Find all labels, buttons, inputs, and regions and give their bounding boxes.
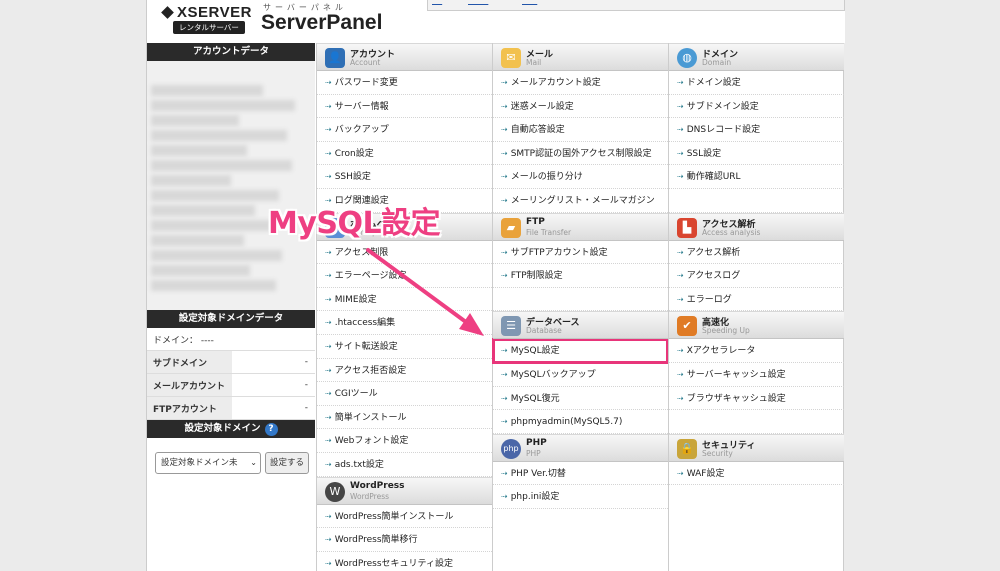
- menu-item-access-log[interactable]: ⇢ アクセスログ: [669, 264, 844, 288]
- menu-item-mysql-settings[interactable]: ⇢ MySQL設定: [492, 338, 669, 364]
- menu-item-password[interactable]: ⇢ パスワード変更: [317, 71, 492, 95]
- php-icon: php: [501, 438, 521, 459]
- empty-slot: [493, 288, 668, 312]
- menu-item-php-ini[interactable]: ⇢ php.ini設定: [493, 485, 668, 509]
- menu-item-wp-install[interactable]: ⇢ WordPress簡単インストール: [317, 505, 492, 529]
- subdomain-row: サブドメイン -: [147, 351, 315, 374]
- brand-subtitle: レンタルサーバー: [173, 21, 245, 34]
- logo-mark-icon: [161, 6, 174, 19]
- menu-item-easy-install[interactable]: ⇢ 簡単インストール: [317, 406, 492, 430]
- set-domain-button[interactable]: 設定する: [265, 452, 310, 474]
- section-domain: ◍ ドメイン Domain: [669, 43, 844, 71]
- target-domain-select[interactable]: 設定対象ドメイン未 ⌄: [155, 452, 261, 474]
- panel-name: ServerPanel: [261, 11, 383, 34]
- menu-item-check-url[interactable]: ⇢ 動作確認URL: [669, 165, 844, 189]
- speed-icon: ✔: [677, 316, 697, 337]
- database-icon: ☰: [501, 316, 521, 337]
- globe-icon: ◍: [677, 48, 697, 68]
- top-link-1[interactable]: [432, 0, 442, 5]
- menu-item-mailing-list[interactable]: ⇢ メーリングリスト・メールマガジン: [493, 189, 668, 213]
- menu-item-backup[interactable]: ⇢ バックアップ: [317, 118, 492, 142]
- menu-item-ssh[interactable]: ⇢ SSH設定: [317, 165, 492, 189]
- domain-data-title: 設定対象ドメインデータ: [147, 310, 315, 328]
- header: XSERVER レンタルサーバー サーバーパネル ServerPanel: [147, 0, 845, 43]
- help-icon[interactable]: ?: [264, 423, 278, 436]
- section-analytics: ▙ アクセス解析 Access analysis: [669, 212, 844, 241]
- menu-item-waf[interactable]: ⇢ WAF設定: [669, 462, 844, 486]
- menu-item-mail-filter[interactable]: ⇢ メールの振り分け: [493, 165, 668, 189]
- menu-columns: 👤 アカウント Account ⇢ パスワード変更 ⇢ サーバー情報 ⇢ バックアップ…: [316, 43, 844, 571]
- menu-item-server-info[interactable]: ⇢ サーバー情報: [317, 95, 492, 119]
- menu-item-smtp-restrict[interactable]: ⇢ SMTP認証の国外アクセス制限設定: [493, 142, 668, 166]
- menu-column-2: ✉ メール Mail ⇢ メールアカウント設定 ⇢ 迷惑メール設定 ⇢ 自動応答設定 …: [492, 43, 669, 571]
- menu-item-webfont[interactable]: ⇢ Webフォント設定: [317, 429, 492, 453]
- target-domain-form: 設定対象ドメイン未 ⌄ 設定する: [147, 438, 315, 488]
- menu-column-1: 👤 アカウント Account ⇢ パスワード変更 ⇢ サーバー情報 ⇢ バックアップ…: [316, 43, 492, 571]
- menu-item-x-accelerator[interactable]: ⇢ Xアクセラレータ: [669, 339, 844, 363]
- empty-slot: [669, 410, 844, 434]
- menu-item-mime[interactable]: ⇢ MIME設定: [317, 288, 492, 312]
- folder-icon: ▰: [501, 217, 521, 238]
- section-database: ☰ データベース Database: [493, 311, 668, 340]
- section-wordpress: W WordPress WordPress: [317, 476, 492, 505]
- domain-line: ドメイン： ----: [147, 328, 315, 351]
- menu-item-autoreply[interactable]: ⇢ 自動応答設定: [493, 118, 668, 142]
- menu-item-ftp-restrict[interactable]: ⇢ FTP制限設定: [493, 264, 668, 288]
- xserver-logo[interactable]: XSERVER: [161, 4, 252, 21]
- left-column: アカウントデータ 設定対象ドメインデータ ドメイン： ---- サブドメイン - …: [147, 43, 315, 488]
- menu-item-access-restrict[interactable]: ⇢ アクセス制限: [317, 241, 492, 265]
- menu-item-dns[interactable]: ⇢ DNSレコード設定: [669, 118, 844, 142]
- menu-item-wp-security[interactable]: ⇢ WordPressセキュリティ設定: [317, 552, 492, 571]
- section-speed: ✔ 高速化 Speeding Up: [669, 311, 844, 340]
- menu-item-cgi[interactable]: ⇢ CGIツール: [317, 382, 492, 406]
- top-link-3[interactable]: [522, 0, 537, 5]
- menu-item-mysql-restore[interactable]: ⇢ MySQL復元: [493, 387, 668, 411]
- analytics-icon: ▙: [677, 217, 697, 238]
- menu-item-domain-settings[interactable]: ⇢ ドメイン設定: [669, 71, 844, 95]
- annotation-label: MySQL設定: [268, 206, 441, 241]
- menu-item-cron[interactable]: ⇢ Cron設定: [317, 142, 492, 166]
- section-security: 🔒 セキュリティ Security: [669, 433, 844, 462]
- menu-item-mysql-backup[interactable]: ⇢ MySQLバックアップ: [493, 363, 668, 387]
- menu-item-access-deny[interactable]: ⇢ アクセス拒否設定: [317, 359, 492, 383]
- menu-item-error-page[interactable]: ⇢ エラーページ設定: [317, 264, 492, 288]
- account-data-blurred: [147, 61, 315, 310]
- menu-item-htaccess[interactable]: ⇢ .htaccess編集: [317, 311, 492, 335]
- menu-item-spam[interactable]: ⇢ 迷惑メール設定: [493, 95, 668, 119]
- top-link-2[interactable]: [468, 0, 488, 5]
- menu-item-wp-migrate[interactable]: ⇢ WordPress簡単移行: [317, 528, 492, 552]
- brand-name: XSERVER: [177, 4, 252, 21]
- lock-icon: 🔒: [677, 438, 697, 459]
- menu-item-ads-txt[interactable]: ⇢ ads.txt設定: [317, 453, 492, 477]
- menu-item-php-version[interactable]: ⇢ PHP Ver.切替: [493, 462, 668, 486]
- menu-item-browser-cache[interactable]: ⇢ ブラウザキャッシュ設定: [669, 387, 844, 411]
- menu-item-sub-ftp[interactable]: ⇢ サブFTPアカウント設定: [493, 241, 668, 265]
- server-panel-page: XSERVER レンタルサーバー サーバーパネル ServerPanel アカウ…: [146, 0, 845, 571]
- mail-icon: ✉: [501, 48, 521, 68]
- section-php: php PHP PHP: [493, 433, 668, 462]
- section-mail: ✉ メール Mail: [493, 43, 668, 71]
- menu-item-mail-account[interactable]: ⇢ メールアカウント設定: [493, 71, 668, 95]
- target-domain-title: 設定対象ドメイン?: [147, 420, 315, 438]
- menu-item-ssl[interactable]: ⇢ SSL設定: [669, 142, 844, 166]
- empty-slot: [669, 189, 844, 213]
- section-ftp: ▰ FTP File Transfer: [493, 212, 668, 241]
- menu-item-analytics[interactable]: ⇢ アクセス解析: [669, 241, 844, 265]
- wordpress-icon: W: [325, 481, 345, 502]
- ftp-account-row: FTPアカウント -: [147, 397, 315, 420]
- user-icon: 👤: [325, 48, 345, 68]
- menu-item-error-log[interactable]: ⇢ エラーログ: [669, 288, 844, 312]
- menu-item-subdomain[interactable]: ⇢ サブドメイン設定: [669, 95, 844, 119]
- menu-column-3: ◍ ドメイン Domain ⇢ ドメイン設定 ⇢ サブドメイン設定 ⇢ DNSレコード…: [668, 43, 844, 571]
- menu-item-redirect[interactable]: ⇢ サイト転送設定: [317, 335, 492, 359]
- section-account: 👤 アカウント Account: [317, 43, 492, 71]
- menu-item-phpmyadmin[interactable]: ⇢ phpmyadmin(MySQL5.7): [493, 410, 668, 434]
- menu-item-server-cache[interactable]: ⇢ サーバーキャッシュ設定: [669, 363, 844, 387]
- chevron-down-icon: ⌄: [250, 458, 257, 467]
- top-links-bar: [427, 0, 845, 11]
- account-data-title: アカウントデータ: [147, 43, 315, 61]
- mail-account-row: メールアカウント -: [147, 374, 315, 397]
